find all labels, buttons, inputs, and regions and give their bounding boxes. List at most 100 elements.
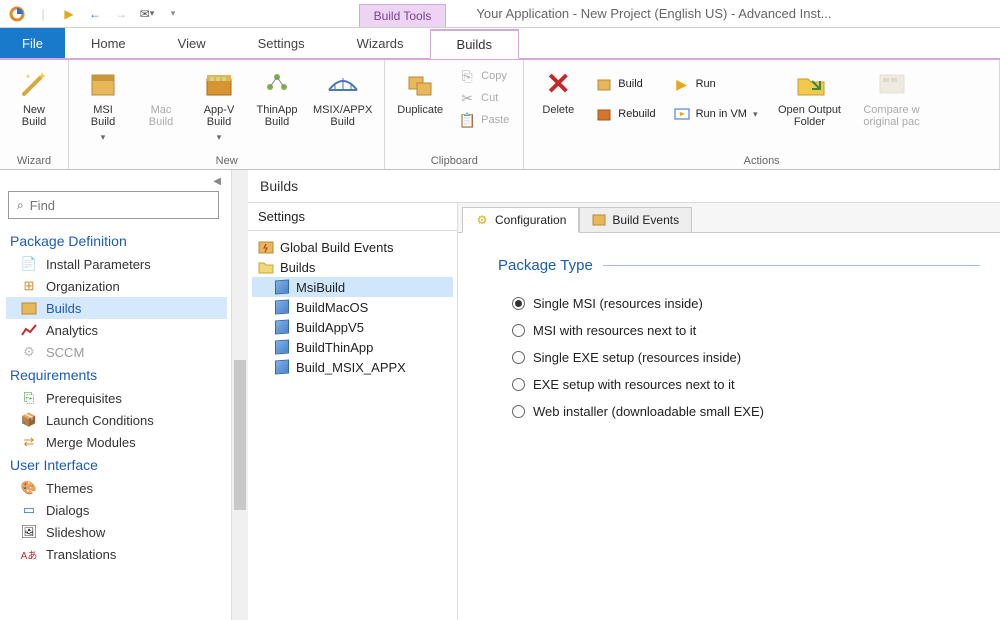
nav-builds[interactable]: Builds <box>6 297 227 319</box>
nav-launch-conditions[interactable]: 📦Launch Conditions <box>6 409 227 431</box>
nav-merge-modules[interactable]: ⇄Merge Modules <box>6 431 227 453</box>
left-scrollbar[interactable] <box>232 170 248 620</box>
nav-label: Prerequisites <box>46 391 122 406</box>
copy-icon: ⎘ <box>459 68 475 84</box>
radio-icon <box>512 324 525 337</box>
tree-label: BuildThinApp <box>296 340 373 355</box>
ribbon-group-clipboard-label: Clipboard <box>385 155 523 169</box>
copy-button[interactable]: ⎘Copy <box>455 66 513 86</box>
open-output-button[interactable]: Open Output Folder <box>768 64 852 132</box>
nav-themes[interactable]: 🎨Themes <box>6 477 227 499</box>
radio-web-installer[interactable]: Web installer (downloadable small EXE) <box>498 398 980 425</box>
menu-settings[interactable]: Settings <box>232 28 331 58</box>
cut-button[interactable]: ✂Cut <box>455 88 513 108</box>
new-build-button[interactable]: New Build <box>6 64 62 132</box>
collapse-left-icon[interactable]: ◀ <box>6 176 227 191</box>
duplicate-label: Duplicate <box>397 104 443 116</box>
nav-label: Dialogs <box>46 503 89 518</box>
play-icon[interactable]: ▶ <box>58 3 80 25</box>
menu-view[interactable]: View <box>152 28 232 58</box>
nav-translations[interactable]: AあTranslations <box>6 543 227 565</box>
group-package-type: Package Type <box>498 257 980 274</box>
radio-label: Web installer (downloadable small EXE) <box>533 404 764 419</box>
dialogs-icon: ▭ <box>20 502 38 518</box>
nav-install-parameters[interactable]: 📄Install Parameters <box>6 253 227 275</box>
tree-item-buildmacos[interactable]: BuildMacOS <box>252 297 453 317</box>
rebuild-button[interactable]: Rebuild <box>592 104 659 124</box>
search-box[interactable]: ⌕ <box>8 191 219 219</box>
msi-build-button[interactable]: MSI Build <box>75 64 131 147</box>
tree-item-buildappv5[interactable]: BuildAppV5 <box>252 317 453 337</box>
tree-label: BuildMacOS <box>296 300 368 315</box>
nav-section-user-interface[interactable]: User Interface <box>6 453 227 477</box>
app-logo-icon[interactable] <box>6 3 28 25</box>
menu-home[interactable]: Home <box>65 28 152 58</box>
appv-build-button[interactable]: App-V Build <box>191 64 247 147</box>
nav-label: Analytics <box>46 323 98 338</box>
new-build-label: New Build <box>22 104 46 128</box>
duplicate-button[interactable]: Duplicate <box>391 64 449 120</box>
folder-open-icon <box>794 68 826 100</box>
cube-icon <box>274 339 290 355</box>
compare-button[interactable]: Compare w original pac <box>854 64 930 132</box>
nav-sccm[interactable]: ⚙SCCM <box>6 341 227 363</box>
tree-builds-folder[interactable]: Builds <box>252 257 453 277</box>
ribbon-group-actions: ✕Delete Build Rebuild ▶Run Run in VM Ope… <box>524 60 1000 169</box>
tab-configuration[interactable]: ⚙Configuration <box>462 207 579 233</box>
paste-button[interactable]: 📋Paste <box>455 110 513 130</box>
nav-slideshow[interactable]: 🖼Slideshow <box>6 521 227 543</box>
delete-button[interactable]: ✕Delete <box>530 64 586 120</box>
mail-icon[interactable]: ✉ <box>136 3 158 25</box>
tab-build-events[interactable]: Build Events <box>579 207 692 233</box>
run-vm-button[interactable]: Run in VM <box>670 104 762 124</box>
radio-msi-resources-next[interactable]: MSI with resources next to it <box>498 317 980 344</box>
nav-section-requirements[interactable]: Requirements <box>6 363 227 387</box>
nav-dialogs[interactable]: ▭ Dialogs <box>6 499 227 521</box>
menu-wizards[interactable]: Wizards <box>331 28 430 58</box>
radio-label: Single MSI (resources inside) <box>533 296 703 311</box>
appv-build-label: App-V Build <box>204 104 235 128</box>
config-pane: ⚙Configuration Build Events Package Type… <box>458 203 1000 620</box>
radio-label: EXE setup with resources next to it <box>533 377 735 392</box>
compare-label: Compare w original pac <box>863 104 919 128</box>
tree-label: Global Build Events <box>280 240 393 255</box>
org-icon: ⊞ <box>20 278 38 294</box>
radio-single-msi[interactable]: Single MSI (resources inside) <box>498 290 980 317</box>
msix-build-button[interactable]: MSIX/APPX Build <box>307 64 378 132</box>
compare-icon <box>876 68 908 100</box>
radio-exe-resources-next[interactable]: EXE setup with resources next to it <box>498 371 980 398</box>
build-button[interactable]: Build <box>592 74 659 94</box>
paste-icon: 📋 <box>459 112 475 128</box>
tab-label: Configuration <box>495 213 566 227</box>
tree-item-msibuild[interactable]: MsiBuild <box>252 277 453 297</box>
radio-single-exe[interactable]: Single EXE setup (resources inside) <box>498 344 980 371</box>
scrollbar-thumb[interactable] <box>234 360 246 510</box>
ribbon: New Build Wizard MSI Build Mac Build App… <box>0 60 1000 170</box>
qat-dropdown-icon[interactable]: ▾ <box>162 3 184 25</box>
context-tab-build-tools[interactable]: Build Tools <box>359 4 447 27</box>
run-button[interactable]: ▶Run <box>670 74 762 94</box>
tree-global-events[interactable]: Global Build Events <box>252 237 453 257</box>
search-input[interactable] <box>30 198 210 213</box>
cube-icon <box>274 279 290 295</box>
tree-item-buildthinapp[interactable]: BuildThinApp <box>252 337 453 357</box>
nav-organization[interactable]: ⊞ Organization <box>6 275 227 297</box>
sccm-icon: ⚙ <box>20 344 38 360</box>
run-vm-label: Run in VM <box>696 108 747 120</box>
mac-build-button[interactable]: Mac Build <box>133 64 189 132</box>
nav-prerequisites[interactable]: ⎘Prerequisites <box>6 387 227 409</box>
menu-file[interactable]: File <box>0 28 65 58</box>
tree-label: BuildAppV5 <box>296 320 364 335</box>
cube-icon <box>274 319 290 335</box>
back-icon[interactable]: ← <box>84 3 106 25</box>
nav-analytics[interactable]: Analytics <box>6 319 227 341</box>
tree-item-buildmsixappx[interactable]: Build_MSIX_APPX <box>252 357 453 377</box>
bridge-icon <box>327 68 359 100</box>
thinapp-build-button[interactable]: ThinApp Build <box>249 64 305 132</box>
nav-label: Organization <box>46 279 120 294</box>
forward-icon[interactable]: → <box>110 3 132 25</box>
menu-builds[interactable]: Builds <box>430 29 519 59</box>
slideshow-icon: 🖼 <box>20 524 38 540</box>
msix-build-label: MSIX/APPX Build <box>313 104 372 128</box>
nav-section-package-definition[interactable]: Package Definition <box>6 229 227 253</box>
